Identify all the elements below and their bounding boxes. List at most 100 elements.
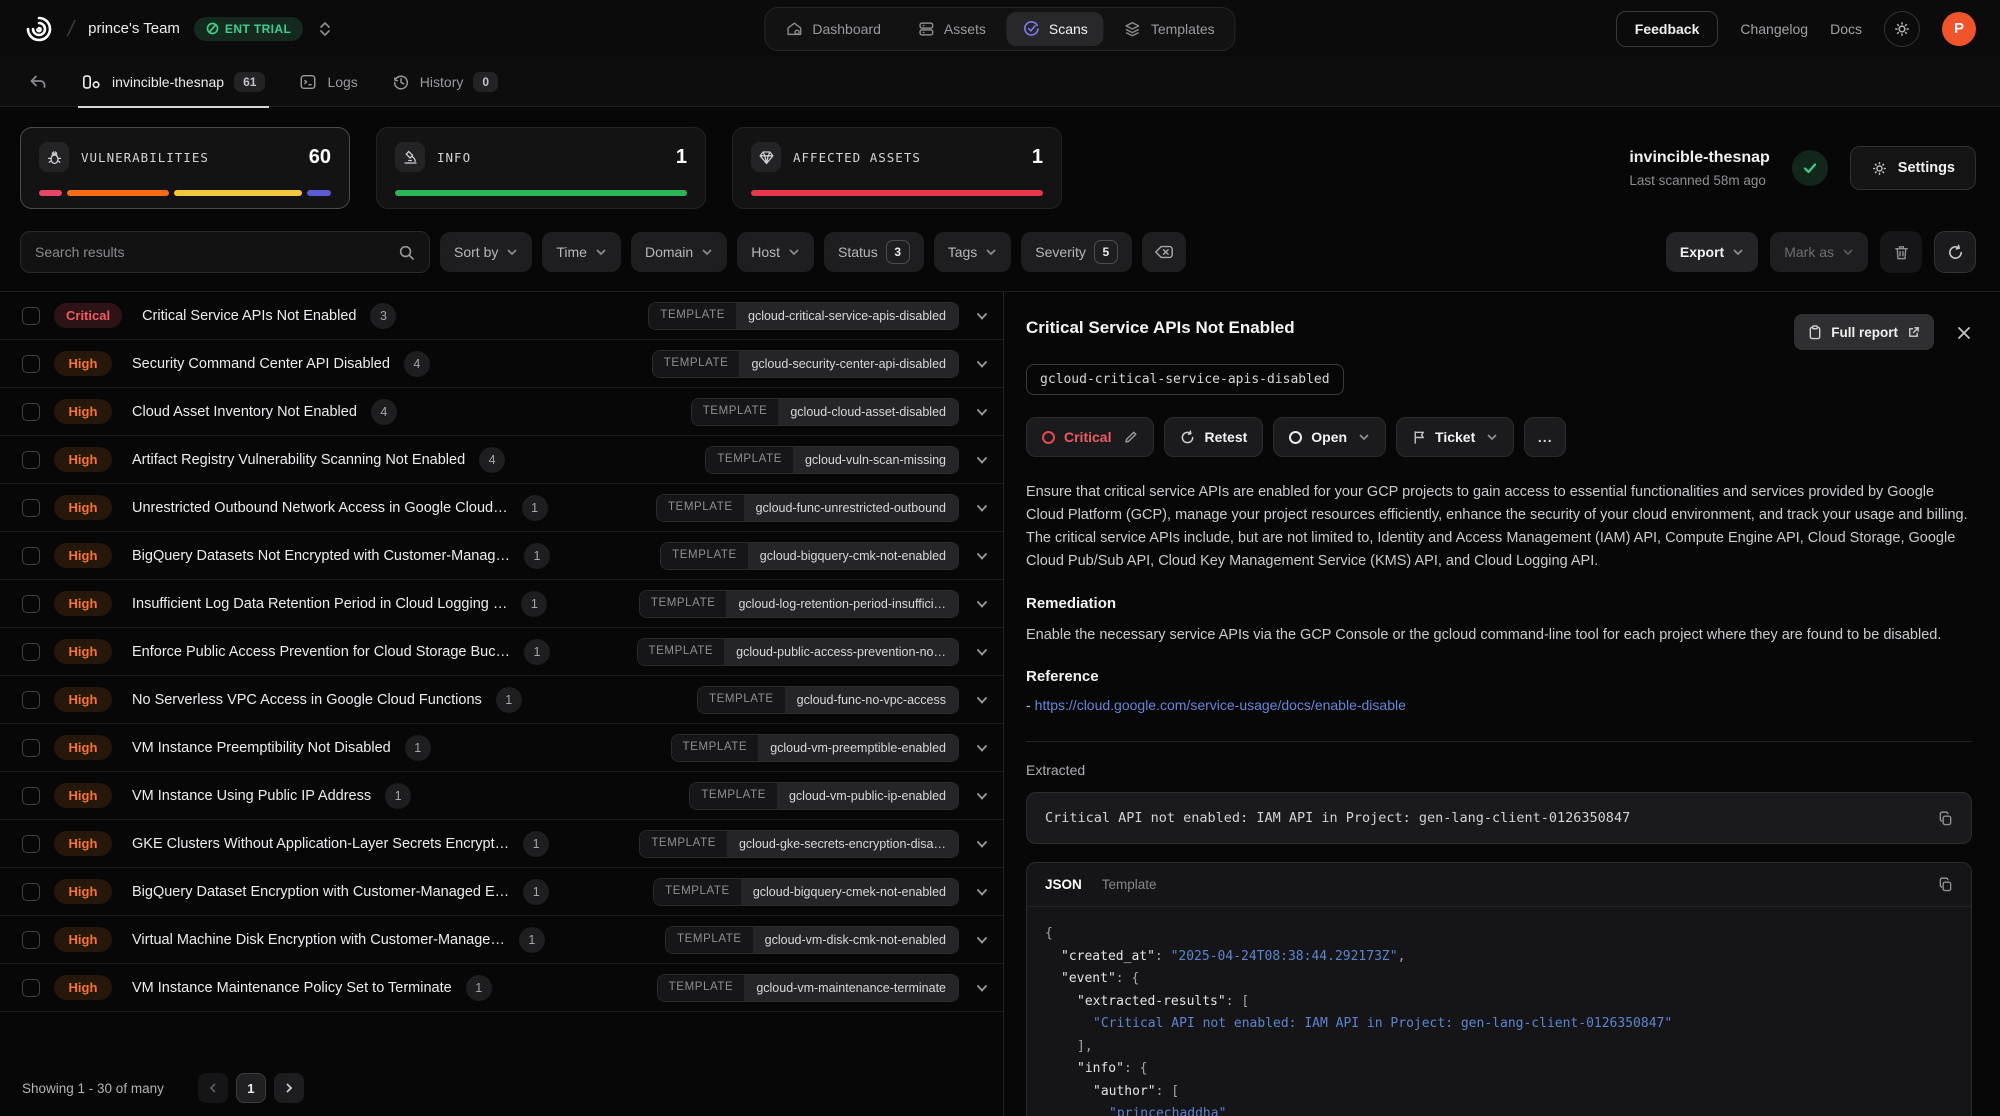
row-expand-chevron-icon[interactable]: [975, 981, 989, 995]
row-checkbox[interactable]: [22, 739, 40, 757]
row-checkbox[interactable]: [22, 979, 40, 997]
nav-item-dashboard[interactable]: Dashboard: [769, 12, 897, 46]
finding-row[interactable]: High Insufficient Log Data Retention Per…: [0, 580, 1003, 628]
row-checkbox[interactable]: [22, 883, 40, 901]
ticket-button[interactable]: Ticket: [1396, 417, 1514, 457]
template-badge[interactable]: TEMPLATE gcloud-vm-preemptible-enabled: [671, 734, 959, 762]
scan-settings-button[interactable]: Settings: [1850, 146, 1976, 190]
filter-tags[interactable]: Tags: [934, 232, 1012, 272]
copy-icon[interactable]: [1938, 877, 1953, 892]
filter-status[interactable]: Status 3: [824, 232, 924, 272]
row-checkbox[interactable]: [22, 355, 40, 373]
row-checkbox[interactable]: [22, 835, 40, 853]
template-badge[interactable]: TEMPLATE gcloud-bigquery-cmk-not-enabled: [660, 542, 959, 570]
nav-item-assets[interactable]: Assets: [901, 12, 1002, 46]
delete-button[interactable]: [1880, 231, 1922, 273]
info-card[interactable]: INFO 1: [376, 127, 706, 209]
close-panel-button[interactable]: [1956, 323, 1972, 341]
more-actions-button[interactable]: ...: [1524, 417, 1566, 457]
vulnerabilities-card[interactable]: VULNERABILITIES 60: [20, 127, 350, 209]
team-switcher-icon[interactable]: [319, 21, 331, 37]
row-expand-chevron-icon[interactable]: [975, 837, 989, 851]
row-checkbox[interactable]: [22, 595, 40, 613]
row-checkbox[interactable]: [22, 787, 40, 805]
finding-row[interactable]: High Security Command Center API Disable…: [0, 340, 1003, 388]
finding-row[interactable]: High Enforce Public Access Prevention fo…: [0, 628, 1003, 676]
finding-row[interactable]: High VM Instance Preemptibility Not Disa…: [0, 724, 1003, 772]
filter-time[interactable]: Time: [542, 232, 621, 272]
back-button[interactable]: [24, 68, 52, 96]
tab-history[interactable]: History 0: [388, 57, 502, 107]
mark-as-button[interactable]: Mark as: [1770, 232, 1868, 272]
row-expand-chevron-icon[interactable]: [975, 933, 989, 947]
filter-sort-by[interactable]: Sort by: [440, 232, 532, 272]
tab-template[interactable]: Template: [1102, 877, 1157, 892]
clear-filters-button[interactable]: [1142, 232, 1186, 272]
row-expand-chevron-icon[interactable]: [975, 741, 989, 755]
reference-link[interactable]: https://cloud.google.com/service-usage/d…: [1035, 697, 1406, 713]
row-checkbox[interactable]: [22, 643, 40, 661]
user-avatar[interactable]: P: [1942, 12, 1976, 46]
filter-severity[interactable]: Severity 5: [1021, 232, 1132, 272]
row-expand-chevron-icon[interactable]: [975, 885, 989, 899]
row-expand-chevron-icon[interactable]: [975, 549, 989, 563]
search-box[interactable]: [20, 231, 430, 273]
row-expand-chevron-icon[interactable]: [975, 645, 989, 659]
nav-item-templates[interactable]: Templates: [1108, 12, 1231, 46]
row-expand-chevron-icon[interactable]: [975, 357, 989, 371]
row-checkbox[interactable]: [22, 499, 40, 517]
template-badge[interactable]: TEMPLATE gcloud-security-center-api-disa…: [652, 350, 959, 378]
filter-domain[interactable]: Domain: [631, 232, 727, 272]
page-number[interactable]: 1: [236, 1073, 266, 1103]
finding-row[interactable]: Critical Critical Service APIs Not Enabl…: [0, 292, 1003, 340]
template-badge[interactable]: TEMPLATE gcloud-gke-secrets-encryption-d…: [639, 830, 959, 858]
template-id-tag[interactable]: gcloud-critical-service-apis-disabled: [1026, 364, 1344, 395]
template-badge[interactable]: TEMPLATE gcloud-func-no-vpc-access: [697, 686, 959, 714]
finding-row[interactable]: High Virtual Machine Disk Encryption wit…: [0, 916, 1003, 964]
finding-row[interactable]: High Cloud Asset Inventory Not Enabled 4…: [0, 388, 1003, 436]
row-checkbox[interactable]: [22, 547, 40, 565]
settings-gear-icon[interactable]: [1884, 11, 1920, 47]
row-checkbox[interactable]: [22, 307, 40, 325]
row-expand-chevron-icon[interactable]: [975, 597, 989, 611]
finding-row[interactable]: High VM Instance Maintenance Policy Set …: [0, 964, 1003, 1012]
template-badge[interactable]: TEMPLATE gcloud-vm-disk-cmk-not-enabled: [665, 926, 959, 954]
logo-icon[interactable]: [24, 14, 54, 44]
team-name[interactable]: prince's Team: [88, 20, 180, 37]
prev-page-button[interactable]: [198, 1073, 228, 1103]
feedback-button[interactable]: Feedback: [1616, 11, 1719, 47]
template-badge[interactable]: TEMPLATE gcloud-log-retention-period-ins…: [639, 590, 959, 618]
row-expand-chevron-icon[interactable]: [975, 501, 989, 515]
changelog-link[interactable]: Changelog: [1740, 21, 1808, 37]
template-badge[interactable]: TEMPLATE gcloud-cloud-asset-disabled: [691, 398, 959, 426]
template-badge[interactable]: TEMPLATE gcloud-vm-maintenance-terminate: [657, 974, 959, 1002]
docs-link[interactable]: Docs: [1830, 21, 1862, 37]
row-expand-chevron-icon[interactable]: [975, 453, 989, 467]
row-checkbox[interactable]: [22, 931, 40, 949]
row-expand-chevron-icon[interactable]: [975, 405, 989, 419]
severity-select-button[interactable]: Critical: [1026, 417, 1154, 457]
tab-scan-results[interactable]: invincible-thesnap 61: [78, 57, 269, 107]
tab-logs[interactable]: Logs: [295, 57, 361, 107]
finding-row[interactable]: High Artifact Registry Vulnerability Sca…: [0, 436, 1003, 484]
row-expand-chevron-icon[interactable]: [975, 789, 989, 803]
tab-json[interactable]: JSON: [1045, 877, 1082, 892]
copy-icon[interactable]: [1938, 811, 1953, 826]
nav-item-scans[interactable]: Scans: [1006, 12, 1104, 46]
finding-row[interactable]: High VM Instance Using Public IP Address…: [0, 772, 1003, 820]
template-badge[interactable]: TEMPLATE gcloud-critical-service-apis-di…: [648, 302, 959, 330]
row-expand-chevron-icon[interactable]: [975, 693, 989, 707]
next-page-button[interactable]: [274, 1073, 304, 1103]
finding-row[interactable]: High Unrestricted Outbound Network Acces…: [0, 484, 1003, 532]
template-badge[interactable]: TEMPLATE gcloud-vm-public-ip-enabled: [689, 782, 959, 810]
finding-row[interactable]: High No Serverless VPC Access in Google …: [0, 676, 1003, 724]
full-report-button[interactable]: Full report: [1794, 314, 1934, 350]
filter-host[interactable]: Host: [737, 232, 814, 272]
export-button[interactable]: Export: [1666, 232, 1758, 272]
template-badge[interactable]: TEMPLATE gcloud-vuln-scan-missing: [705, 446, 959, 474]
row-checkbox[interactable]: [22, 691, 40, 709]
status-select-button[interactable]: Open: [1273, 417, 1386, 457]
row-checkbox[interactable]: [22, 451, 40, 469]
row-expand-chevron-icon[interactable]: [975, 309, 989, 323]
finding-row[interactable]: High BigQuery Dataset Encryption with Cu…: [0, 868, 1003, 916]
